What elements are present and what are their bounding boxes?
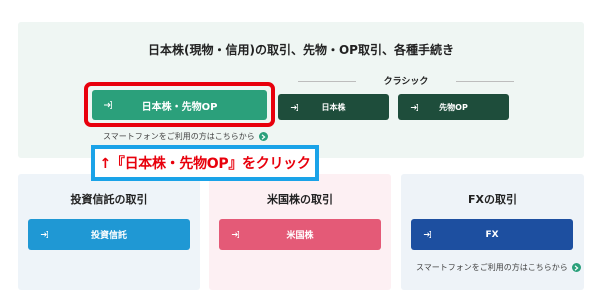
button-label: 投資信託 [90,231,127,241]
divider-line-left [298,81,356,82]
button-label: 米国株 [286,231,314,241]
login-arrow-icon [38,229,50,241]
link-text: スマートフォンをご利用の方はこちらから [416,263,568,272]
button-label: 先物OP [439,102,468,112]
login-arrow-icon [421,229,433,241]
investment-trust-button[interactable]: 投資信託 [28,219,190,250]
classic-label: クラシック [383,77,429,87]
us-stock-card: 米国株の取引 米国株 [209,174,391,290]
button-label: 日本株・先物OP [141,101,218,113]
chevron-right-circle-icon [571,263,581,272]
button-label: FX [485,229,499,240]
divider-line-right [456,81,514,82]
login-arrow-icon [288,101,300,113]
link-text: スマートフォンをご利用の方はこちらから [103,132,255,141]
button-label: 日本株 [321,102,346,112]
login-arrow-icon [408,101,420,113]
login-arrow-icon [102,99,114,111]
us-stock-button[interactable]: 米国株 [219,219,381,250]
chevron-right-circle-icon [258,132,268,141]
callout-text: ↑『日本株・先物OP』をクリック [99,156,311,172]
fx-button[interactable]: FX [411,219,573,250]
smartphone-link[interactable]: スマートフォンをご利用の方はこちらから [103,131,268,142]
classic-divider: クラシック [298,74,514,90]
investment-trust-card: 投資信託の取引 投資信託 [18,174,200,290]
card-title: FXの取引 [468,193,517,206]
classic-futures-op-button[interactable]: 先物OP [398,94,509,120]
login-arrow-icon [229,229,241,241]
fx-smartphone-link[interactable]: スマートフォンをご利用の方はこちらから [416,262,581,273]
japan-stock-futures-button[interactable]: 日本株・先物OP [92,90,267,120]
classic-japan-stock-button[interactable]: 日本株 [278,94,389,120]
card-title: 投資信託の取引 [70,193,148,206]
instruction-callout: ↑『日本株・先物OP』をクリック [91,145,319,181]
panel-title: 日本株(現物・信用)の取引、先物・OP取引、各種手続き [148,43,454,57]
card-title: 米国株の取引 [267,193,333,206]
